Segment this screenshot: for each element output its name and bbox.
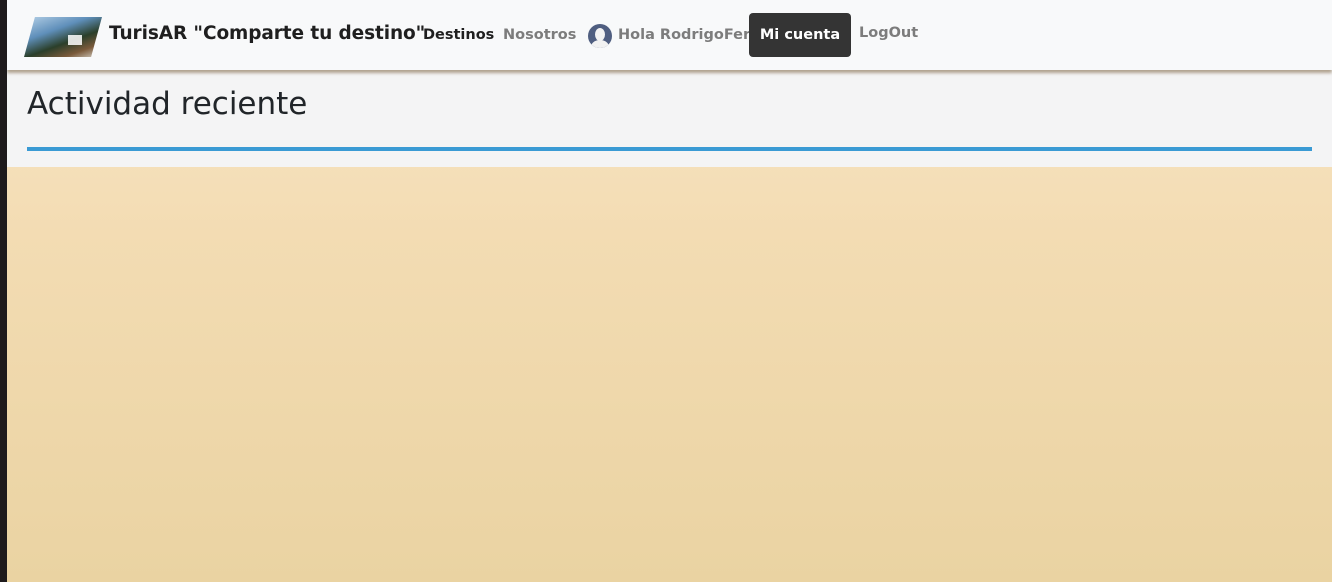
- activity-content-area: [7, 167, 1332, 582]
- avatar-shoulders: [591, 40, 609, 48]
- app-window: TurisAR "Comparte tu destino" Destinos N…: [7, 0, 1332, 582]
- page-header: Actividad reciente: [7, 70, 1332, 167]
- brand-logo[interactable]: [24, 17, 102, 57]
- user-avatar-icon[interactable]: [588, 24, 612, 48]
- page-title: Actividad reciente: [27, 86, 308, 122]
- title-divider: [27, 147, 1312, 151]
- nav-link-destinos[interactable]: Destinos: [423, 27, 494, 43]
- nav-link-nosotros[interactable]: Nosotros: [503, 27, 576, 43]
- logout-link[interactable]: LogOut: [859, 25, 918, 41]
- nav-user-greeting[interactable]: Hola RodrigoFer: [618, 27, 750, 43]
- mi-cuenta-button[interactable]: Mi cuenta: [749, 13, 851, 57]
- brand-title[interactable]: TurisAR "Comparte tu destino": [109, 23, 425, 44]
- flag-icon: [68, 35, 82, 45]
- navbar: TurisAR "Comparte tu destino" Destinos N…: [7, 0, 1332, 70]
